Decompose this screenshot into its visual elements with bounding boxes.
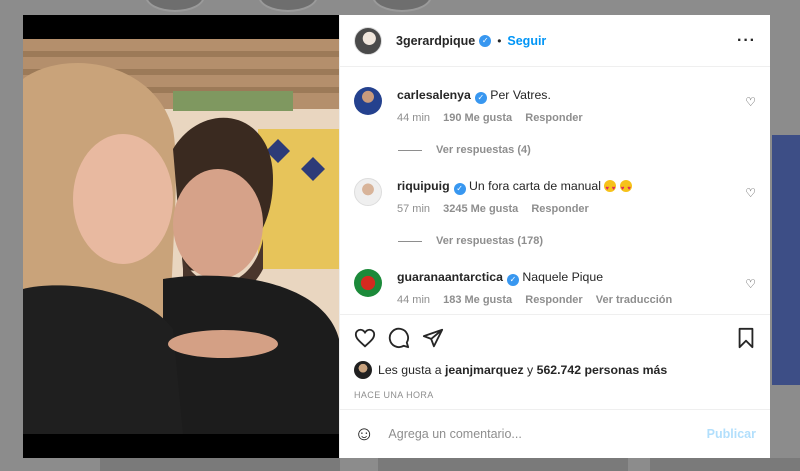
comment-icon[interactable] (388, 327, 410, 349)
story-avatar (145, 0, 205, 12)
comment-text: Naquele Pique (522, 270, 604, 284)
author-username[interactable]: 3gerardpique (396, 34, 475, 48)
reply-button[interactable]: Responder (531, 203, 588, 215)
background-post-tile (650, 458, 800, 471)
likes-joiner: y (527, 363, 534, 377)
likes-prefix: Les gusta a (378, 363, 442, 377)
comment-item: carlesalenya ✓ Per Vatres. 44 min 190 Me … (354, 87, 756, 124)
separator-dot: • (497, 33, 502, 48)
comment-item: riquipuig✓ Un fora carta de manual 57 mi… (354, 178, 756, 215)
commenter-username[interactable]: guaranaantarctica (397, 270, 503, 284)
heart-icon[interactable] (354, 327, 376, 349)
likes-summary: Les gusta a jeanjmarquez y 562.742 perso… (354, 361, 756, 379)
heart-icon[interactable]: ♡ (745, 277, 756, 291)
add-comment-bar: ☺ Publicar (340, 409, 770, 458)
view-replies-button[interactable]: Ver respuestas (178) (398, 235, 756, 247)
heart-icon[interactable]: ♡ (745, 95, 756, 109)
comment-text: Un fora carta de manual (469, 179, 601, 193)
comment-text: Per Vatres. (490, 88, 551, 102)
heart-icon[interactable]: ♡ (745, 186, 756, 200)
posted-time[interactable]: HACE UNA HORA (354, 390, 756, 400)
reply-button[interactable]: Responder (525, 294, 582, 306)
comment-time[interactable]: 57 min (397, 203, 430, 215)
commenter-username[interactable]: riquipuig (397, 179, 450, 193)
post-modal: 3gerardpique ✓ • Seguir ··· carlesalenya… (23, 15, 770, 458)
verified-badge-icon: ✓ (479, 34, 492, 47)
background-post-tile (772, 135, 800, 385)
comment-time[interactable]: 44 min (397, 294, 430, 306)
follow-button[interactable]: Seguir (507, 34, 546, 48)
comment-input[interactable] (388, 427, 707, 441)
comment-likes[interactable]: 3245 Me gusta (443, 203, 518, 215)
commenter-username[interactable]: carlesalenya (397, 88, 471, 102)
more-options-icon[interactable]: ··· (737, 32, 756, 50)
share-icon[interactable] (422, 327, 444, 349)
comment-likes[interactable]: 183 Me gusta (443, 294, 512, 306)
bookmark-icon[interactable] (736, 327, 756, 349)
background-post-tile (378, 458, 628, 471)
verified-badge-icon: ✓ (453, 183, 466, 195)
liker-username[interactable]: jeanjmarquez (445, 363, 524, 377)
verified-badge-icon: ✓ (506, 274, 519, 286)
comments-list: carlesalenya ✓ Per Vatres. 44 min 190 Me … (340, 67, 770, 314)
post-actions: Les gusta a jeanjmarquez y 562.742 perso… (340, 314, 770, 409)
post-header: 3gerardpique ✓ • Seguir ··· (340, 15, 770, 67)
post-sidebar: 3gerardpique ✓ • Seguir ··· carlesalenya… (339, 15, 770, 458)
comment-item: guaranaantarctica ✓ Naquele Pique 44 min … (354, 269, 756, 306)
commenter-avatar[interactable] (354, 269, 382, 297)
comment-time[interactable]: 44 min (397, 112, 430, 124)
comment-likes[interactable]: 190 Me gusta (443, 112, 512, 124)
story-avatar (372, 0, 432, 12)
story-avatar (258, 0, 318, 12)
heart-eyes-emoji-icon (604, 180, 617, 197)
verified-badge-icon: ✓ (474, 92, 487, 104)
post-photo[interactable] (23, 39, 339, 434)
heart-eyes-emoji-icon (619, 180, 632, 197)
translate-button[interactable]: Ver traducción (596, 294, 672, 306)
author-avatar[interactable] (354, 26, 382, 55)
reply-button[interactable]: Responder (525, 112, 582, 124)
emoji-icon[interactable]: ☺ (354, 423, 374, 446)
publish-button[interactable]: Publicar (707, 427, 756, 441)
background-post-tile (100, 458, 340, 471)
view-replies-button[interactable]: Ver respuestas (4) (398, 144, 756, 156)
action-icons (354, 325, 756, 351)
post-photo-area (23, 15, 339, 458)
commenter-avatar[interactable] (354, 178, 382, 206)
likes-count[interactable]: 562.742 personas más (537, 363, 668, 377)
liker-avatar[interactable] (354, 361, 372, 379)
commenter-avatar[interactable] (354, 87, 382, 115)
